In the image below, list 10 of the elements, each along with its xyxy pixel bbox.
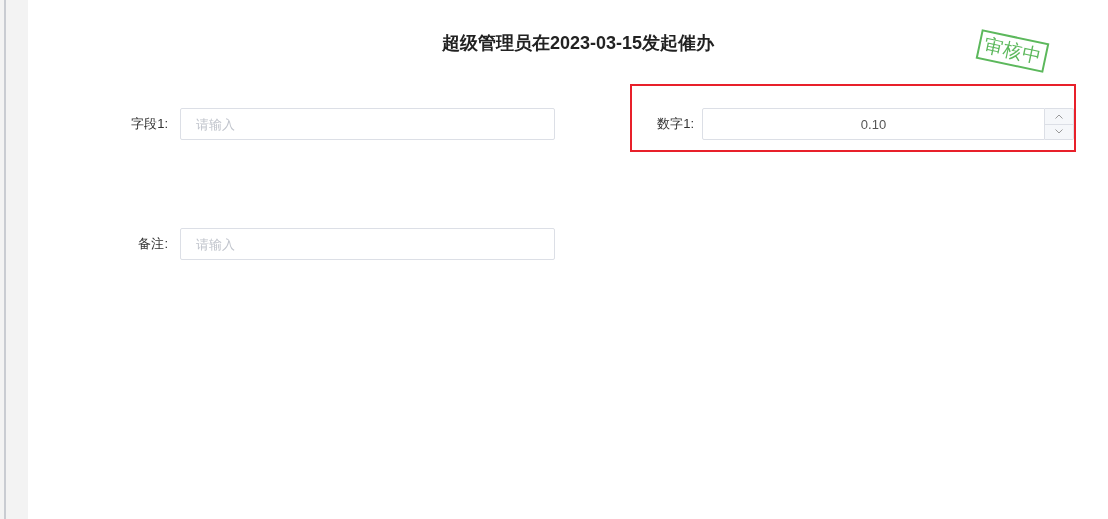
field-label: 数字1:	[656, 115, 694, 134]
number-input[interactable]: 0.10	[702, 108, 1045, 140]
input-field[interactable]: 请输入	[180, 228, 555, 260]
field-label: 字段1:	[130, 115, 168, 134]
status-stamp: 审核中	[975, 29, 1050, 73]
field-label: 备注:	[137, 235, 168, 254]
chevron-up-icon	[1055, 113, 1063, 119]
input-field[interactable]: 请输入	[180, 108, 555, 140]
chevron-down-icon	[1055, 129, 1063, 135]
page-title: 超级管理员在2023-03-15发起催办	[441, 32, 715, 55]
